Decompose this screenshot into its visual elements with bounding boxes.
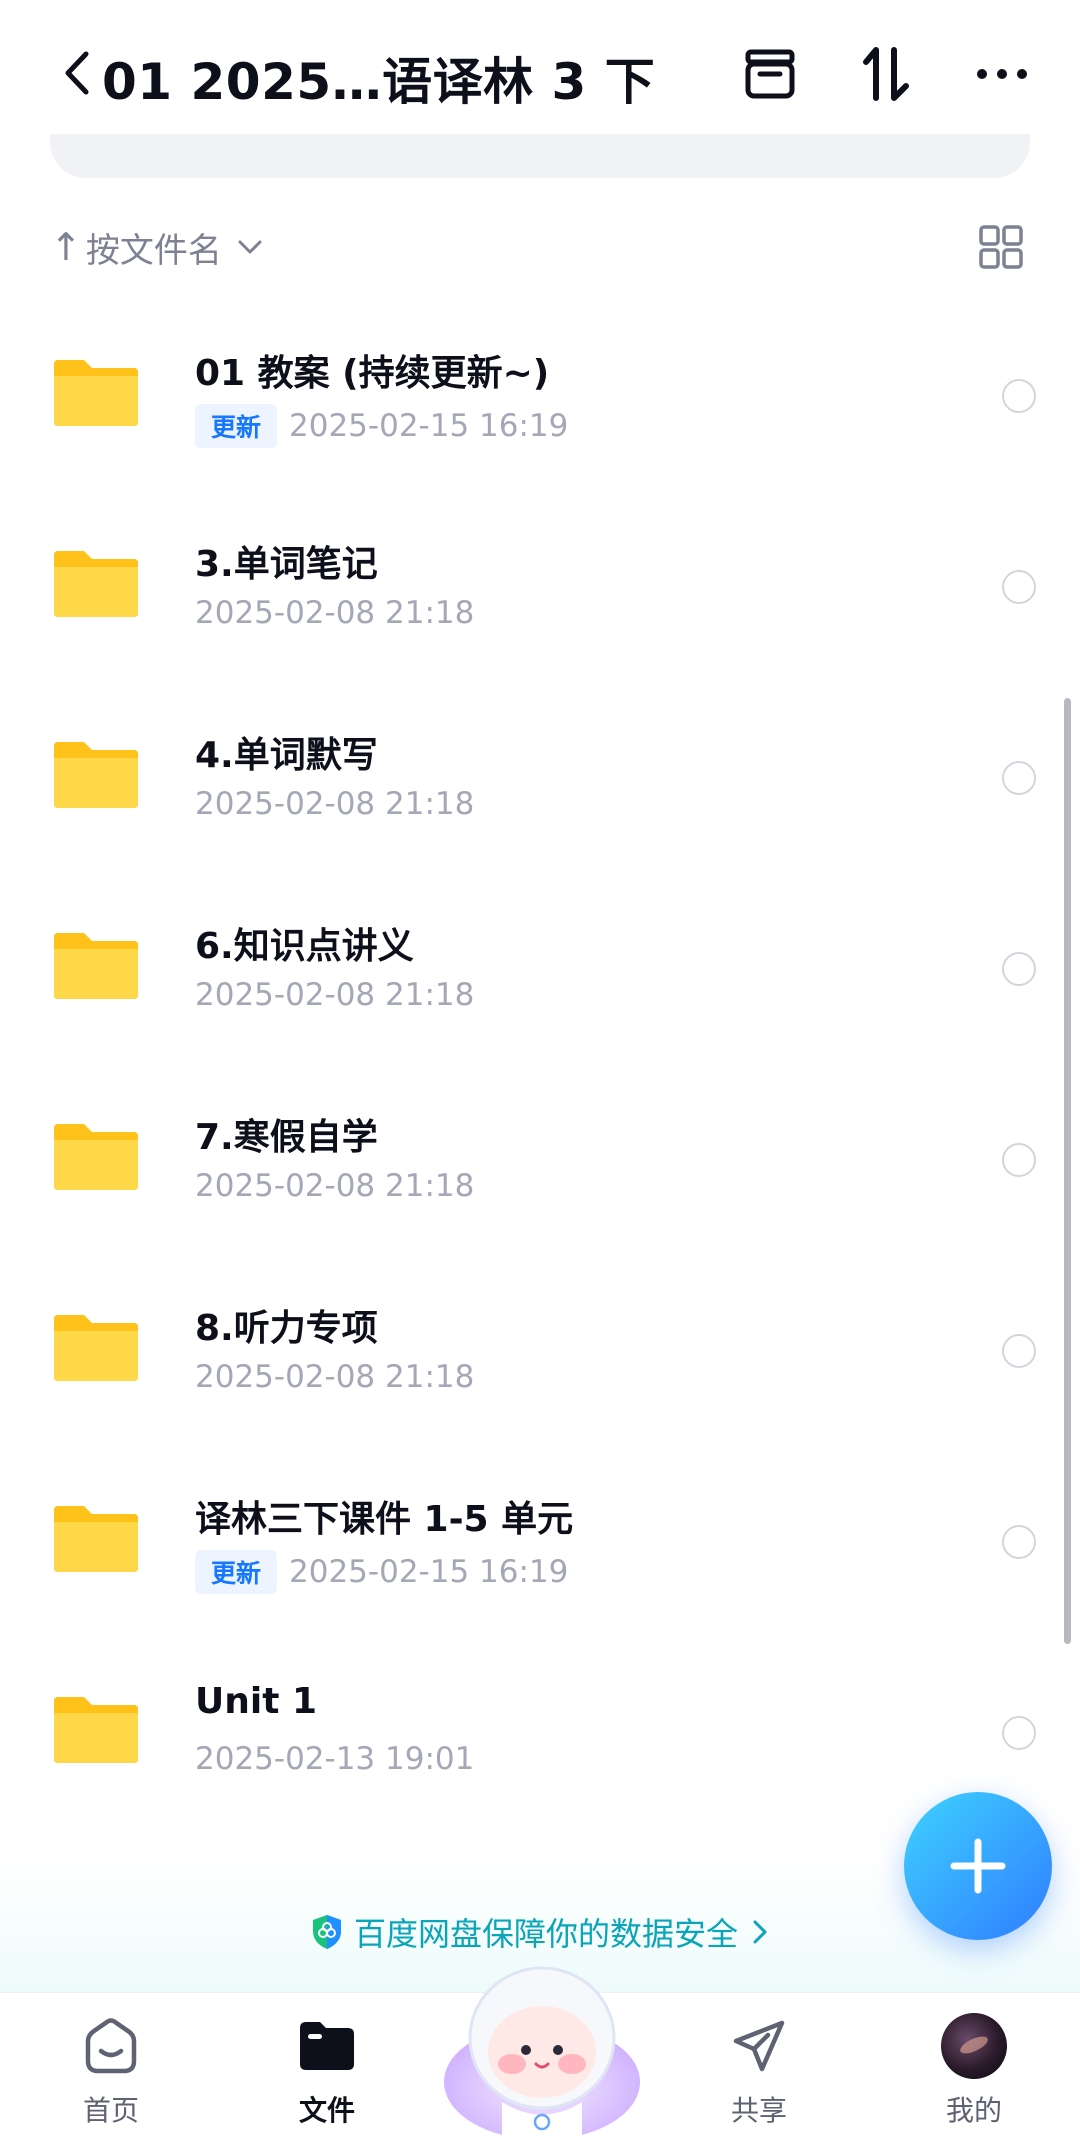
archive-icon	[745, 49, 795, 99]
file-row[interactable]: Unit 1 2025-02-13 19:01	[0, 1637, 1080, 1828]
file-meta: 2025-02-08 21:18	[195, 1359, 474, 1395]
select-checkbox[interactable]	[1002, 952, 1036, 986]
grid-view-icon[interactable]	[978, 224, 1024, 270]
file-name: Unit 1	[195, 1681, 317, 1722]
file-row[interactable]: 3.单词笔记 2025-02-08 21:18	[0, 491, 1080, 682]
sort-selector[interactable]: ↑ 按文件名	[50, 222, 264, 272]
select-checkbox[interactable]	[1002, 1716, 1036, 1750]
more-button[interactable]	[966, 38, 1038, 110]
sort-label: 按文件名	[85, 230, 222, 271]
file-row[interactable]: 7.寒假自学 2025-02-08 21:18	[0, 1064, 1080, 1255]
files-icon	[300, 2022, 354, 2070]
folder-icon	[54, 933, 138, 999]
folder-icon	[54, 1697, 138, 1763]
folder-icon	[54, 742, 138, 808]
sort-button[interactable]	[850, 38, 922, 110]
folder-icon	[54, 1315, 138, 1381]
file-meta: 2025-02-08 21:18	[195, 977, 474, 1013]
select-checkbox[interactable]	[1002, 761, 1036, 795]
mascot-assistant-button[interactable]	[442, 1952, 642, 2147]
chevron-right-icon	[753, 1920, 767, 1944]
update-badge: 更新	[195, 404, 278, 448]
tab-files[interactable]: 文件	[262, 2011, 392, 2129]
folder-icon	[54, 1124, 138, 1190]
search-bar-edge[interactable]	[50, 134, 1030, 178]
file-row[interactable]: 6.知识点讲义 2025-02-08 21:18	[0, 873, 1080, 1064]
sort-direction: ↑	[50, 225, 82, 269]
file-name: 4.单词默写	[195, 735, 378, 776]
select-checkbox[interactable]	[1002, 570, 1036, 604]
file-date: 2025-02-08 21:18	[195, 786, 475, 822]
select-checkbox[interactable]	[1002, 1525, 1036, 1559]
file-name: 8.听力专项	[195, 1308, 378, 1349]
file-date: 2025-02-08 21:18	[195, 1359, 475, 1395]
file-name: 6.知识点讲义	[195, 926, 414, 967]
home-icon	[85, 2018, 137, 2074]
file-row[interactable]: 译林三下课件 1-5 单元 更新 2025-02-15 16:19	[0, 1446, 1080, 1637]
chevron-down-icon	[238, 240, 262, 254]
tab-home-label: 首页	[82, 2094, 139, 2127]
file-row[interactable]: 4.单词默写 2025-02-08 21:18	[0, 682, 1080, 873]
file-meta: 2025-02-13 19:01	[195, 1741, 474, 1777]
security-text: 百度网盘保障你的数据安全	[353, 1915, 738, 1953]
folder-icon	[54, 360, 138, 426]
share-icon	[733, 2020, 785, 2072]
avatar	[941, 2013, 1007, 2079]
file-name: 7.寒假自学	[195, 1117, 378, 1158]
tab-me-label: 我的	[945, 2094, 1002, 2127]
shield-icon	[312, 1915, 341, 1949]
tab-home[interactable]: 首页	[46, 2011, 176, 2129]
sort-icon	[863, 47, 909, 101]
file-meta: 2025-02-08 21:18	[195, 1168, 474, 1204]
tab-files-label: 文件	[298, 2094, 355, 2127]
select-checkbox[interactable]	[1002, 379, 1036, 413]
file-meta: 更新 2025-02-15 16:19	[195, 1550, 568, 1594]
file-date: 2025-02-08 21:18	[195, 977, 475, 1013]
file-meta: 2025-02-08 21:18	[195, 595, 474, 631]
tab-share-label: 共享	[730, 2094, 787, 2127]
more-icon	[977, 69, 1027, 79]
file-name: 01 教案 (持续更新~)	[195, 353, 550, 394]
file-name: 3.单词笔记	[195, 544, 378, 585]
tab-share[interactable]: 共享	[694, 2011, 824, 2129]
file-date: 2025-02-08 21:18	[195, 1168, 475, 1204]
folder-icon	[54, 551, 138, 617]
file-list: 01 教案 (持续更新~) 更新 2025-02-15 16:19 3.单词笔记…	[0, 300, 1080, 1828]
file-date: 2025-02-15 16:19	[289, 408, 569, 444]
add-button[interactable]	[904, 1792, 1052, 1940]
file-name: 译林三下课件 1-5 单元	[195, 1499, 574, 1540]
select-checkbox[interactable]	[1002, 1143, 1036, 1177]
plus-icon	[950, 1838, 1006, 1894]
file-meta: 2025-02-08 21:18	[195, 786, 474, 822]
file-row[interactable]: 8.听力专项 2025-02-08 21:18	[0, 1255, 1080, 1446]
top-bar: 01 2025…语译林 3 下	[0, 0, 1080, 135]
file-date: 2025-02-15 16:19	[289, 1554, 569, 1590]
select-checkbox[interactable]	[1002, 1334, 1036, 1368]
archive-button[interactable]	[734, 38, 806, 110]
file-meta: 更新 2025-02-15 16:19	[195, 404, 568, 448]
file-date: 2025-02-13 19:01	[195, 1741, 475, 1777]
scrollbar[interactable]	[1064, 698, 1071, 1644]
folder-icon	[54, 1506, 138, 1572]
tab-me[interactable]: 我的	[909, 2011, 1039, 2129]
back-icon[interactable]	[58, 48, 98, 98]
file-row[interactable]: 01 教案 (持续更新~) 更新 2025-02-15 16:19	[0, 300, 1080, 491]
update-badge: 更新	[195, 1550, 278, 1594]
page-title: 01 2025…语译林 3 下	[102, 53, 656, 111]
file-date: 2025-02-08 21:18	[195, 595, 475, 631]
